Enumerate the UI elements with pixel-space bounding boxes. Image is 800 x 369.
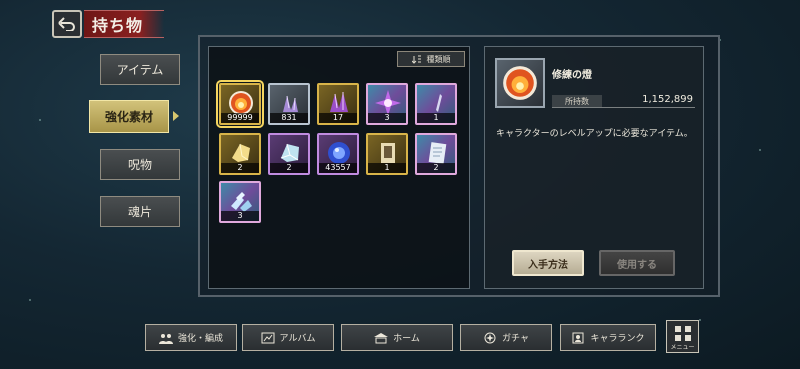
item-count: 3	[221, 211, 259, 221]
flame-orb-icon	[503, 66, 537, 100]
divider	[552, 107, 695, 108]
item-slot[interactable]: 2	[268, 133, 310, 175]
nav-label: 強化・編成	[177, 334, 223, 344]
back-arrow-icon	[58, 17, 75, 31]
item-count: 2	[417, 163, 455, 173]
nav-enhance-party[interactable]: 強化・編成	[145, 324, 237, 351]
item-count: 3	[368, 113, 406, 123]
item-count: 1	[368, 163, 406, 173]
item-slot[interactable]: 3	[219, 181, 261, 223]
item-grid: 99999 831 17 3 1 2 2 43557 1 2 3	[216, 80, 466, 230]
tab-enhance-materials[interactable]: 強化素材	[89, 100, 169, 133]
nav-home[interactable]: ホーム	[341, 324, 453, 351]
nav-album[interactable]: アルバム	[242, 324, 334, 351]
item-slot[interactable]: 2	[415, 133, 457, 175]
item-count: 1	[417, 113, 455, 123]
nav-label: キャラランク	[590, 334, 645, 344]
detail-description: キャラクターのレベルアップに必要なアイテム。	[496, 129, 693, 139]
use-button[interactable]: 使用する	[599, 250, 675, 276]
item-slot[interactable]: 1	[415, 83, 457, 125]
acquire-method-button[interactable]: 入手方法	[512, 250, 584, 276]
sort-button[interactable]: 種類順	[397, 51, 465, 67]
active-tab-indicator-icon	[173, 111, 179, 121]
menu-button[interactable]: メニュー	[666, 320, 699, 353]
party-icon	[158, 333, 173, 344]
sort-icon	[411, 55, 421, 64]
item-count: 17	[319, 113, 357, 123]
nav-character-rank[interactable]: キャラランク	[560, 324, 656, 351]
item-slot[interactable]: 17	[317, 83, 359, 125]
back-button[interactable]	[52, 10, 82, 38]
home-icon	[374, 332, 389, 343]
item-slot[interactable]: 831	[268, 83, 310, 125]
nav-label: アルバム	[279, 334, 316, 344]
gacha-icon	[484, 332, 496, 343]
tab-soul-fragments[interactable]: 魂片	[100, 196, 180, 227]
item-count: 2	[270, 163, 308, 173]
detail-item-image	[495, 58, 545, 108]
tab-curses[interactable]: 呪物	[100, 149, 180, 180]
nav-label: ホーム	[393, 334, 420, 344]
item-slot[interactable]: 2	[219, 133, 261, 175]
item-count: 43557	[319, 163, 357, 173]
item-slot[interactable]: 3	[366, 83, 408, 125]
tab-items[interactable]: アイテム	[100, 54, 180, 85]
rank-icon	[572, 332, 584, 343]
item-count: 99999	[221, 113, 259, 123]
nav-label: ガチャ	[502, 334, 529, 344]
item-count: 2	[221, 163, 259, 173]
detail-item-name: 修練の燈	[552, 70, 592, 81]
item-slot[interactable]: 1	[366, 133, 408, 175]
item-count: 831	[270, 113, 308, 123]
page-title: 持ち物	[84, 10, 164, 38]
owned-value: 1,152,899	[642, 94, 693, 105]
owned-label: 所持数	[552, 95, 602, 107]
menu-grid-icon	[675, 326, 681, 332]
item-slot[interactable]: 99999	[216, 80, 264, 128]
album-icon	[261, 332, 275, 343]
sort-label: 種類順	[426, 54, 451, 64]
item-slot[interactable]: 43557	[317, 133, 359, 175]
menu-label: メニュー	[670, 344, 695, 351]
nav-gacha[interactable]: ガチャ	[460, 324, 552, 351]
